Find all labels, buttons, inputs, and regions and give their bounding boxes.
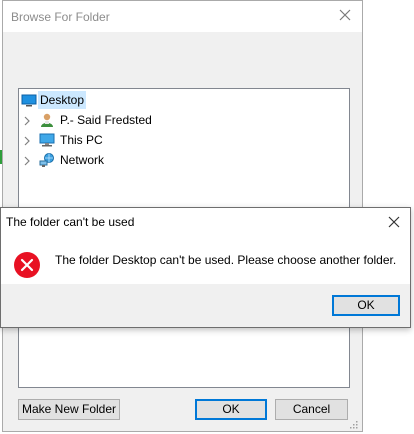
close-icon[interactable] <box>338 8 352 22</box>
dialog-titlebar: Browse For Folder <box>3 1 362 32</box>
error-icon <box>13 251 41 279</box>
user-folder-icon <box>39 112 55 128</box>
chevron-right-icon[interactable] <box>23 135 31 146</box>
ok-button[interactable]: OK <box>195 399 267 420</box>
tree-item-desktop[interactable]: Desktop <box>19 91 349 109</box>
close-icon[interactable] <box>388 216 400 228</box>
tree-item-label: P.- Said Fredsted <box>60 113 152 127</box>
computer-icon <box>39 132 55 148</box>
tree-item-user[interactable]: P.- Said Fredsted <box>19 111 349 129</box>
error-ok-button[interactable]: OK <box>332 295 400 316</box>
make-new-folder-button[interactable]: Make New Folder <box>18 399 120 420</box>
cancel-button[interactable]: Cancel <box>275 399 348 420</box>
resize-grip-icon[interactable] <box>348 418 358 429</box>
network-icon <box>39 152 55 168</box>
chevron-right-icon[interactable] <box>23 155 31 166</box>
tree-item-label: This PC <box>60 133 103 147</box>
error-dialog-footer: OK <box>1 284 410 327</box>
tree-item-network[interactable]: Network <box>19 151 349 169</box>
chevron-right-icon[interactable] <box>23 115 31 126</box>
tree-item-this-pc[interactable]: This PC <box>19 131 349 149</box>
desktop-icon <box>21 92 37 108</box>
tree-item-label: Desktop <box>38 91 87 109</box>
dialog-title: Browse For Folder <box>11 10 110 24</box>
error-message: The folder Desktop can't be used. Please… <box>55 253 397 267</box>
error-dialog: The folder can't be used The folder Desk… <box>0 207 411 328</box>
tree-item-label: Network <box>60 153 105 167</box>
error-dialog-title: The folder can't be used <box>6 215 135 229</box>
